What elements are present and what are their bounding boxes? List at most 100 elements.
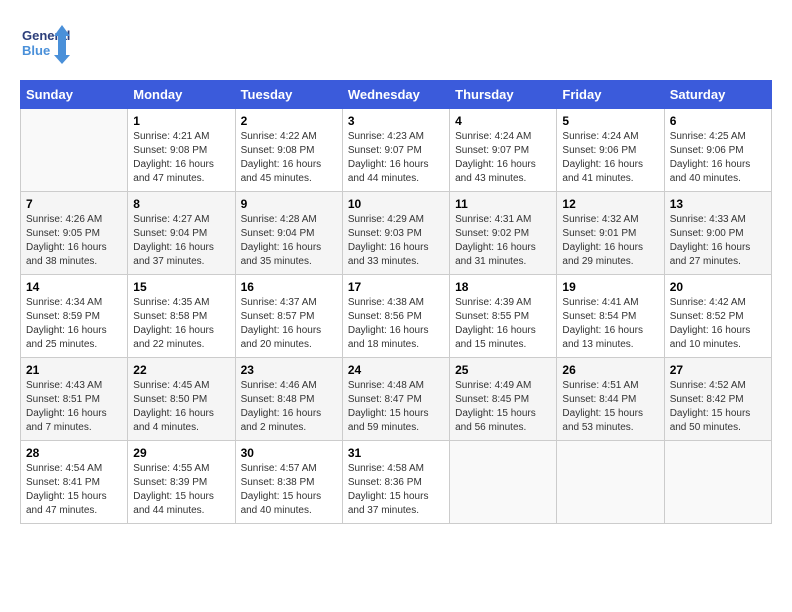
day-info: Sunrise: 4:35 AM Sunset: 8:58 PM Dayligh… — [133, 296, 229, 352]
day-info: Sunrise: 4:29 AM Sunset: 9:03 PM Dayligh… — [348, 213, 444, 269]
day-number: 24 — [348, 363, 444, 377]
calendar-week-row: 1 Sunrise: 4:21 AM Sunset: 9:08 PM Daylig… — [21, 109, 772, 192]
day-number: 1 — [133, 114, 229, 128]
day-info: Sunrise: 4:43 AM Sunset: 8:51 PM Dayligh… — [26, 379, 122, 435]
calendar-cell: 6 Sunrise: 4:25 AM Sunset: 9:06 PM Daylig… — [664, 109, 771, 192]
calendar-cell: 19 Sunrise: 4:41 AM Sunset: 8:54 PM Dayli… — [557, 275, 664, 358]
day-number: 4 — [455, 114, 551, 128]
calendar-cell: 24 Sunrise: 4:48 AM Sunset: 8:47 PM Dayli… — [342, 358, 449, 441]
day-info: Sunrise: 4:34 AM Sunset: 8:59 PM Dayligh… — [26, 296, 122, 352]
calendar-cell: 18Sunrise: 4:39 AM Sunset: 8:55 PM Dayli… — [450, 275, 557, 358]
calendar-cell: 10 Sunrise: 4:29 AM Sunset: 9:03 PM Dayli… — [342, 192, 449, 275]
day-info: Sunrise: 4:28 AM Sunset: 9:04 PM Dayligh… — [241, 213, 337, 269]
calendar-cell: 29 Sunrise: 4:55 AM Sunset: 8:39 PM Dayli… — [128, 441, 235, 524]
day-number: 19 — [562, 280, 658, 294]
calendar-cell: 9 Sunrise: 4:28 AM Sunset: 9:04 PM Daylig… — [235, 192, 342, 275]
day-info: Sunrise: 4:55 AM Sunset: 8:39 PM Dayligh… — [133, 462, 229, 518]
calendar-cell: 7 Sunrise: 4:26 AM Sunset: 9:05 PM Daylig… — [21, 192, 128, 275]
calendar-cell: 16Sunrise: 4:37 AM Sunset: 8:57 PM Dayli… — [235, 275, 342, 358]
day-number: 5 — [562, 114, 658, 128]
day-info: Sunrise: 4:41 AM Sunset: 8:54 PM Dayligh… — [562, 296, 658, 352]
calendar-cell: 22 Sunrise: 4:45 AM Sunset: 8:50 PM Dayli… — [128, 358, 235, 441]
day-number: 12 — [562, 197, 658, 211]
day-number: 3 — [348, 114, 444, 128]
day-number: 31 — [348, 446, 444, 460]
day-number: 14 — [26, 280, 122, 294]
day-number: 10 — [348, 197, 444, 211]
day-info: Sunrise: 4:49 AM Sunset: 8:45 PM Dayligh… — [455, 379, 551, 435]
day-info: Sunrise: 4:32 AM Sunset: 9:01 PM Dayligh… — [562, 213, 658, 269]
day-number: 26 — [562, 363, 658, 377]
calendar-cell: 1 Sunrise: 4:21 AM Sunset: 9:08 PM Daylig… — [128, 109, 235, 192]
calendar-cell: 2 Sunrise: 4:22 AM Sunset: 9:08 PM Daylig… — [235, 109, 342, 192]
day-number: 2 — [241, 114, 337, 128]
calendar-cell: 4 Sunrise: 4:24 AM Sunset: 9:07 PM Daylig… — [450, 109, 557, 192]
day-number: 20 — [670, 280, 766, 294]
day-number: 6 — [670, 114, 766, 128]
day-info: Sunrise: 4:45 AM Sunset: 8:50 PM Dayligh… — [133, 379, 229, 435]
day-number: 28 — [26, 446, 122, 460]
day-number: 30 — [241, 446, 337, 460]
calendar-cell: 14 Sunrise: 4:34 AM Sunset: 8:59 PM Dayli… — [21, 275, 128, 358]
day-info: Sunrise: 4:39 AM Sunset: 8:55 PM Dayligh… — [455, 296, 551, 352]
day-number: 23 — [241, 363, 337, 377]
day-info: Sunrise: 4:21 AM Sunset: 9:08 PM Dayligh… — [133, 130, 229, 186]
page-header: General Blue — [20, 20, 772, 70]
day-number: 8 — [133, 197, 229, 211]
calendar-cell — [664, 441, 771, 524]
day-info: Sunrise: 4:51 AM Sunset: 8:44 PM Dayligh… — [562, 379, 658, 435]
day-info: Sunrise: 4:58 AM Sunset: 8:36 PM Dayligh… — [348, 462, 444, 518]
day-info: Sunrise: 4:27 AM Sunset: 9:04 PM Dayligh… — [133, 213, 229, 269]
day-info: Sunrise: 4:54 AM Sunset: 8:41 PM Dayligh… — [26, 462, 122, 518]
day-info: Sunrise: 4:24 AM Sunset: 9:07 PM Dayligh… — [455, 130, 551, 186]
calendar-cell: 27 Sunrise: 4:52 AM Sunset: 8:42 PM Dayli… — [664, 358, 771, 441]
weekday-header-wednesday: Wednesday — [342, 81, 449, 109]
day-number: 22 — [133, 363, 229, 377]
calendar-cell: 3 Sunrise: 4:23 AM Sunset: 9:07 PM Daylig… — [342, 109, 449, 192]
svg-text:Blue: Blue — [22, 43, 50, 58]
day-number: 27 — [670, 363, 766, 377]
day-info: Sunrise: 4:31 AM Sunset: 9:02 PM Dayligh… — [455, 213, 551, 269]
calendar-header-row: SundayMondayTuesdayWednesdayThursdayFrid… — [21, 81, 772, 109]
calendar-week-row: 28 Sunrise: 4:54 AM Sunset: 8:41 PM Dayli… — [21, 441, 772, 524]
calendar-week-row: 14 Sunrise: 4:34 AM Sunset: 8:59 PM Dayli… — [21, 275, 772, 358]
day-info: Sunrise: 4:23 AM Sunset: 9:07 PM Dayligh… — [348, 130, 444, 186]
day-number: 17 — [348, 280, 444, 294]
calendar-cell — [21, 109, 128, 192]
calendar-cell: 20 Sunrise: 4:42 AM Sunset: 8:52 PM Dayli… — [664, 275, 771, 358]
calendar-cell: 26 Sunrise: 4:51 AM Sunset: 8:44 PM Dayli… — [557, 358, 664, 441]
weekday-header-monday: Monday — [128, 81, 235, 109]
day-number: 16 — [241, 280, 337, 294]
calendar-cell: 23 Sunrise: 4:46 AM Sunset: 8:48 PM Dayli… — [235, 358, 342, 441]
weekday-header-saturday: Saturday — [664, 81, 771, 109]
calendar-table: SundayMondayTuesdayWednesdayThursdayFrid… — [20, 80, 772, 524]
day-number: 7 — [26, 197, 122, 211]
day-number: 25 — [455, 363, 551, 377]
calendar-cell: 15Sunrise: 4:35 AM Sunset: 8:58 PM Dayli… — [128, 275, 235, 358]
logo: General Blue — [20, 20, 70, 70]
day-info: Sunrise: 4:26 AM Sunset: 9:05 PM Dayligh… — [26, 213, 122, 269]
day-info: Sunrise: 4:57 AM Sunset: 8:38 PM Dayligh… — [241, 462, 337, 518]
weekday-header-tuesday: Tuesday — [235, 81, 342, 109]
calendar-cell: 28 Sunrise: 4:54 AM Sunset: 8:41 PM Dayli… — [21, 441, 128, 524]
day-info: Sunrise: 4:52 AM Sunset: 8:42 PM Dayligh… — [670, 379, 766, 435]
day-number: 9 — [241, 197, 337, 211]
day-info: Sunrise: 4:42 AM Sunset: 8:52 PM Dayligh… — [670, 296, 766, 352]
day-number: 29 — [133, 446, 229, 460]
day-info: Sunrise: 4:24 AM Sunset: 9:06 PM Dayligh… — [562, 130, 658, 186]
calendar-cell — [450, 441, 557, 524]
calendar-cell: 5 Sunrise: 4:24 AM Sunset: 9:06 PM Daylig… — [557, 109, 664, 192]
day-info: Sunrise: 4:48 AM Sunset: 8:47 PM Dayligh… — [348, 379, 444, 435]
calendar-week-row: 7 Sunrise: 4:26 AM Sunset: 9:05 PM Daylig… — [21, 192, 772, 275]
calendar-week-row: 21 Sunrise: 4:43 AM Sunset: 8:51 PM Dayli… — [21, 358, 772, 441]
day-info: Sunrise: 4:38 AM Sunset: 8:56 PM Dayligh… — [348, 296, 444, 352]
day-info: Sunrise: 4:46 AM Sunset: 8:48 PM Dayligh… — [241, 379, 337, 435]
weekday-header-friday: Friday — [557, 81, 664, 109]
day-info: Sunrise: 4:33 AM Sunset: 9:00 PM Dayligh… — [670, 213, 766, 269]
weekday-header-sunday: Sunday — [21, 81, 128, 109]
calendar-cell: 21 Sunrise: 4:43 AM Sunset: 8:51 PM Dayli… — [21, 358, 128, 441]
day-number: 21 — [26, 363, 122, 377]
day-info: Sunrise: 4:22 AM Sunset: 9:08 PM Dayligh… — [241, 130, 337, 186]
day-info: Sunrise: 4:25 AM Sunset: 9:06 PM Dayligh… — [670, 130, 766, 186]
calendar-cell: 8 Sunrise: 4:27 AM Sunset: 9:04 PM Daylig… — [128, 192, 235, 275]
